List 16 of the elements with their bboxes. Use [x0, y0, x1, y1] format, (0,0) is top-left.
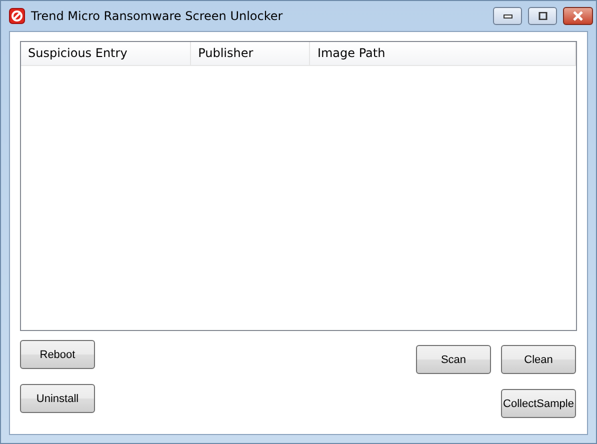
minimize-button[interactable]: [493, 7, 522, 25]
maximize-icon: [538, 12, 548, 20]
column-header[interactable]: Suspicious Entry: [21, 42, 192, 65]
close-icon: [572, 11, 584, 21]
action-button[interactable]: Reboot: [20, 340, 95, 369]
app-logo-icon: [9, 8, 25, 24]
action-button[interactable]: Uninstall: [20, 384, 95, 413]
minimize-icon: [502, 13, 512, 19]
action-button[interactable]: Scan: [416, 345, 491, 374]
action-button[interactable]: Clean: [501, 345, 576, 374]
action-button[interactable]: CollectSample: [501, 389, 576, 418]
column-header[interactable]: Image Path: [310, 42, 576, 65]
column-header[interactable]: Publisher: [191, 42, 310, 65]
maximize-button[interactable]: [528, 7, 557, 25]
close-button[interactable]: [563, 7, 593, 25]
window-title: Trend Micro Ransomware Screen Unlocker: [31, 9, 283, 23]
